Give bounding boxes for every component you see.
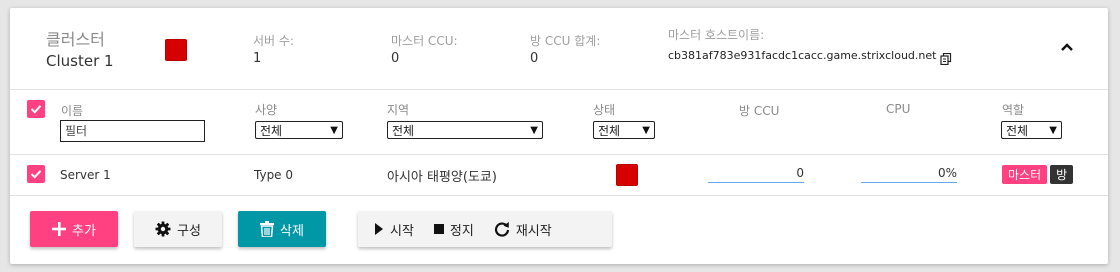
cluster-name: Cluster 1 [46,52,114,70]
name-filter-input[interactable] [60,120,205,142]
region-filter-value: 전체 [392,123,415,138]
server-spec: Type 0 [254,168,294,182]
status-filter-value: 전체 [598,123,621,138]
role-badge-room: 방 [1050,165,1074,184]
add-button-label: 추가 [72,223,96,239]
spec-filter-select[interactable]: 전체 ▼ [255,121,343,139]
col-header-name: 이름 [61,104,84,118]
master-ccu-value: 0 [391,51,400,66]
col-header-region: 지역 [387,103,410,117]
server-count-value: 1 [253,51,262,66]
master-host: cb381af783e931facdc1cacc.game.strixcloud… [668,49,952,65]
server-region: 아시아 태평양(도쿄) [387,170,497,185]
start-button[interactable]: 시작 [358,211,430,247]
server-count-label: 서버 수: [253,34,294,48]
row-divider [10,195,1108,196]
copy-icon[interactable] [940,50,952,65]
master-host-value: cb381af783e931facdc1cacc.game.strixcloud… [668,49,937,62]
chevron-down-icon: ▼ [330,124,338,136]
server-control-group: 시작 정지 재시작 [358,211,612,247]
col-header-status: 상태 [593,103,616,117]
role-badge-master: 마스터 [1002,165,1048,184]
cluster-color-swatch[interactable] [165,39,187,61]
col-header-room-ccu: 방 CCU [739,104,780,118]
master-ccu-label: 마스터 CCU: [391,34,458,48]
play-icon [375,223,383,235]
plus-icon [52,222,67,236]
add-button[interactable]: 추가 [30,211,118,247]
restart-button[interactable]: 재시작 [490,211,568,247]
gear-icon [155,221,171,237]
cluster-label: 클러스터 [46,30,105,49]
server-status-indicator [616,164,638,186]
room-ccu-total-label: 방 CCU 합계: [530,34,601,48]
start-button-label: 시작 [390,223,414,239]
server-room-ccu: 0 [708,166,804,183]
configure-button-label: 구성 [177,223,201,239]
server-cpu: 0% [861,166,957,183]
col-header-cpu: CPU [886,102,911,116]
room-ccu-total-value: 0 [530,51,539,66]
chevron-down-icon: ▼ [642,124,650,136]
server-name: Server 1 [60,168,111,182]
status-filter-select[interactable]: 전체 ▼ [593,121,655,139]
refresh-icon [494,222,509,237]
collapse-chevron-up-icon[interactable] [1060,42,1074,52]
role-filter-select[interactable]: 전체 ▼ [1001,121,1062,139]
server-roles: 마스터 방 [1002,165,1074,184]
spec-filter-value: 전체 [260,123,283,138]
stop-button[interactable]: 정지 [430,211,490,247]
row-checkbox[interactable] [27,165,45,183]
master-host-label: 마스터 호스트이름: [668,28,765,42]
restart-button-label: 재시작 [515,223,552,239]
select-all-checkbox[interactable] [27,100,45,118]
cluster-card: 클러스터 Cluster 1 서버 수: 1 마스터 CCU: 0 방 CCU … [10,8,1108,264]
stop-button-label: 정지 [449,223,474,239]
col-header-spec: 사양 [255,103,278,117]
region-filter-select[interactable]: 전체 ▼ [387,121,543,139]
delete-button[interactable]: 삭제 [238,211,326,247]
role-filter-value: 전체 [1006,123,1029,138]
table-row[interactable]: Server 1 Type 0 아시아 태평양(도쿄) 0 0% 마스터 방 [10,155,1108,195]
chevron-down-icon: ▼ [530,124,538,136]
delete-button-label: 삭제 [280,223,304,239]
configure-button[interactable]: 구성 [134,211,222,247]
chevron-down-icon: ▼ [1049,124,1057,136]
header-divider [10,89,1108,90]
col-header-role: 역할 [1002,103,1025,117]
stop-icon [433,224,444,234]
trash-icon [260,221,275,237]
